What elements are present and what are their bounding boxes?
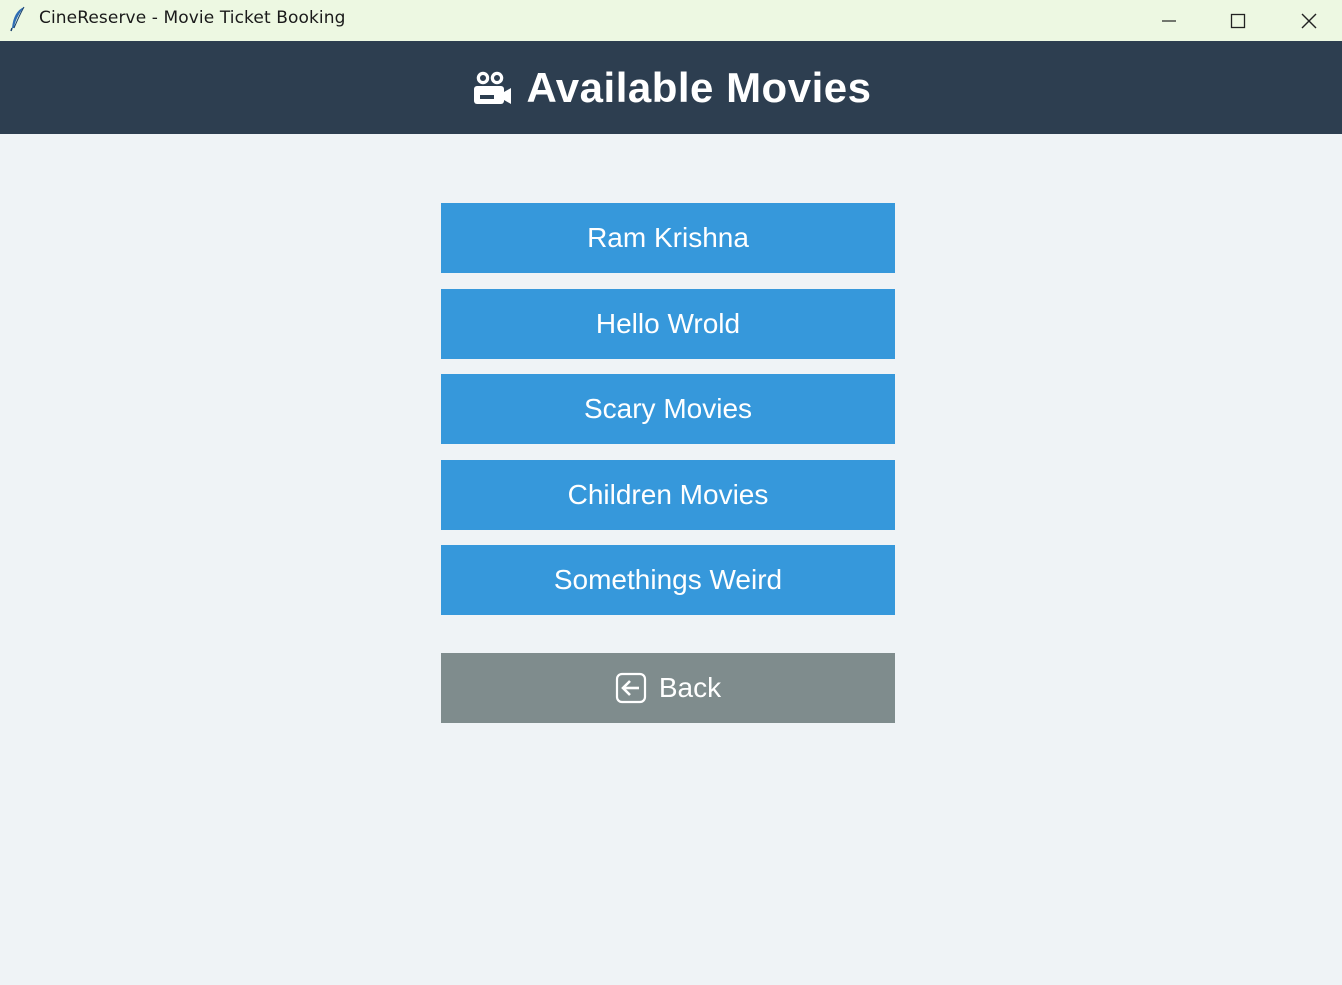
back-button[interactable]: Back [441, 653, 895, 723]
movie-button-scary-movies[interactable]: Scary Movies [441, 374, 895, 444]
movie-button-somethings-weird[interactable]: Somethings Weird [441, 545, 895, 615]
window-title: CineReserve - Movie Ticket Booking [39, 8, 346, 28]
window-titlebar: CineReserve - Movie Ticket Booking [0, 0, 1342, 41]
page-title: Available Movies [526, 63, 872, 111]
back-button-label: Back [658, 672, 722, 703]
movie-button-hello-wrold[interactable]: Hello Wrold [441, 289, 895, 359]
close-button[interactable] [1274, 0, 1342, 41]
feather-icon [10, 6, 25, 32]
movie-camera-icon [473, 69, 511, 104]
movie-button-children-movies[interactable]: Children Movies [441, 460, 895, 530]
back-arrow-icon [615, 672, 646, 704]
minimize-icon [1162, 19, 1176, 22]
page-header: Available Movies [0, 41, 1342, 134]
minimize-button[interactable] [1134, 0, 1204, 41]
maximize-icon [1230, 13, 1246, 28]
maximize-button[interactable] [1203, 0, 1273, 41]
movie-button-ram-krishna[interactable]: Ram Krishna [441, 203, 895, 273]
close-icon [1301, 13, 1317, 28]
